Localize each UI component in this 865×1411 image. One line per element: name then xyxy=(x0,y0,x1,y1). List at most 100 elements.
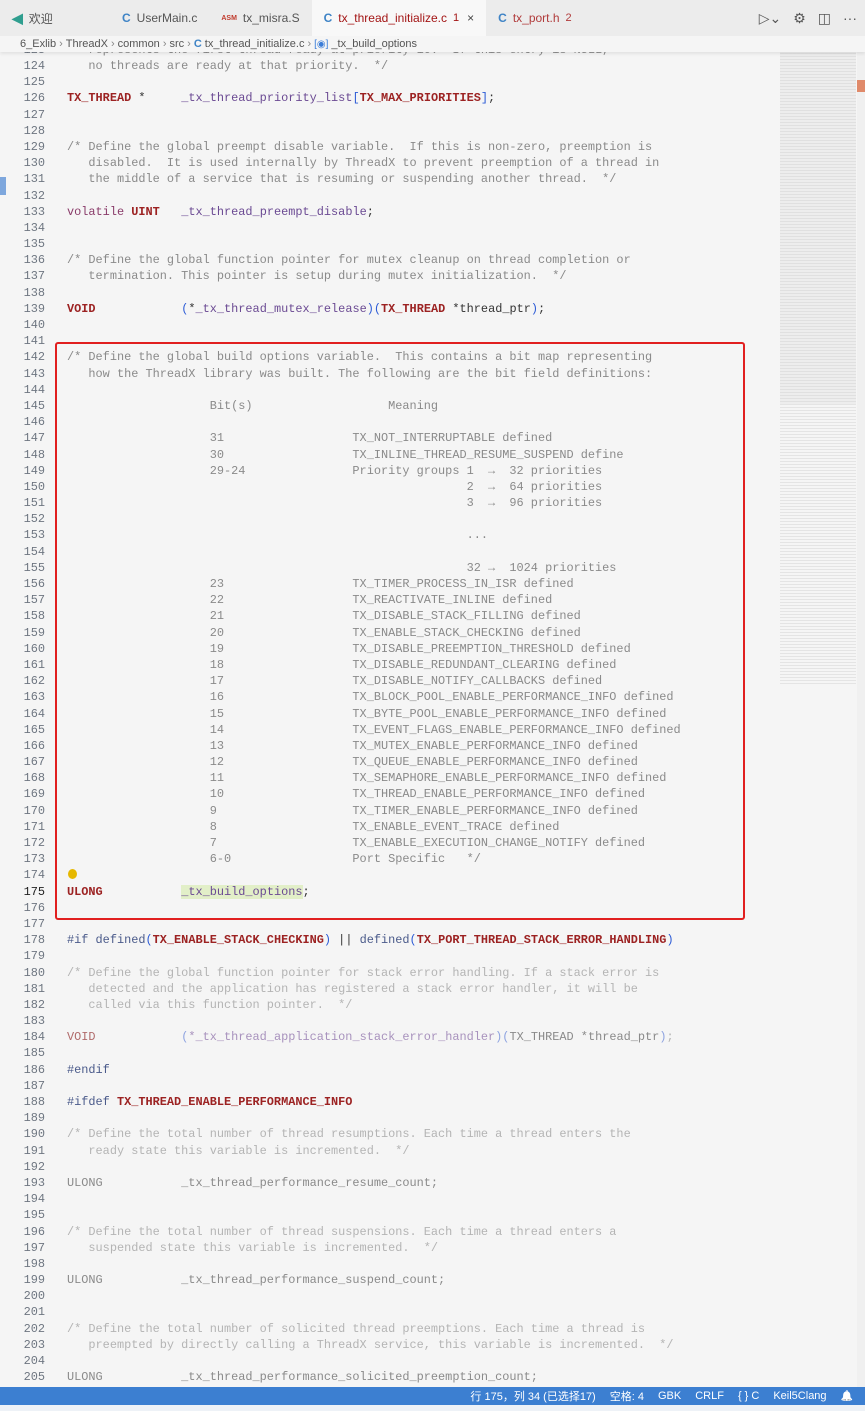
code-token: TX_MAX_PRIORITIES xyxy=(359,91,481,106)
lightbulb-icon[interactable] xyxy=(68,869,77,880)
line-number: 144 xyxy=(23,382,45,397)
line-number: 187 xyxy=(23,1078,45,1093)
code-token: volatile xyxy=(67,204,132,219)
code-line: 134 xyxy=(0,220,780,236)
run-debug-icon[interactable]: ▷⌄ xyxy=(759,10,782,27)
status-cursor-position[interactable]: 行 175，列 34 (已选择17) xyxy=(470,1388,595,1404)
code-text: 31 TX_NOT_INTERRUPTABLE defined xyxy=(67,430,553,446)
code-line: 184 VOID (*_tx_thread_application_stack_e… xyxy=(0,1029,780,1045)
close-icon[interactable]: × xyxy=(467,11,474,25)
code-token: VOID xyxy=(67,301,96,316)
window-bottom-edge xyxy=(0,1405,865,1411)
gear-icon[interactable]: ⚙ xyxy=(793,10,806,27)
code-token: || xyxy=(331,933,360,948)
breadcrumb-file[interactable]: tx_thread_initialize.c xyxy=(205,38,305,50)
code-token: 31 TX_NOT_INTERRUPTABLE defined xyxy=(67,431,553,446)
code-line: 125 xyxy=(0,74,780,90)
code-token: 3 → 96 priorities xyxy=(67,496,603,511)
code-token: 16 TX_BLOCK_POOL_ENABLE_PERFORMANCE_INFO… xyxy=(67,690,674,705)
line-number: 171 xyxy=(23,819,45,834)
code-line: 167 12 TX_QUEUE_ENABLE_PERFORMANCE_INFO … xyxy=(0,754,780,770)
split-editor-icon[interactable]: ◫ xyxy=(818,10,831,27)
tab-label: tx_misra.S xyxy=(242,11,300,25)
code-line: 185 xyxy=(0,1045,780,1061)
line-number: 132 xyxy=(23,188,45,203)
code-line: 178 #if defined(TX_ENABLE_STACK_CHECKING)… xyxy=(0,932,780,948)
code-text: ULONG _tx_build_options; xyxy=(67,884,310,900)
code-line: 175 ULONG _tx_build_options; xyxy=(0,884,780,900)
code-token: 11 TX_SEMAPHORE_ENABLE_PERFORMANCE_INFO … xyxy=(67,771,667,786)
code-text: 14 TX_EVENT_FLAGS_ENABLE_PERFORMANCE_INF… xyxy=(67,722,681,738)
code-text: no threads are ready at that priority. *… xyxy=(67,58,388,74)
tab-welcome[interactable]: ◀ 欢迎 xyxy=(0,0,110,36)
code-line: 176 xyxy=(0,900,780,916)
code-line: 188 #ifdef TX_THREAD_ENABLE_PERFORMANCE_I… xyxy=(0,1094,780,1110)
tab-label: tx_port.h xyxy=(512,11,560,25)
status-encoding[interactable]: GBK xyxy=(658,1390,681,1402)
code-text: 2 → 64 priorities xyxy=(67,479,603,495)
line-number: 168 xyxy=(23,771,45,786)
editor-actions: ▷⌄ ⚙ ◫ ··· xyxy=(759,0,857,36)
code-line: 204 xyxy=(0,1353,780,1369)
code-token: *thread_ptr xyxy=(445,301,531,316)
status-eol[interactable]: CRLF xyxy=(695,1390,724,1402)
breadcrumb-item[interactable]: 6_Exlib xyxy=(20,38,56,50)
bell-icon[interactable]: 🔔 xyxy=(841,1391,853,1402)
code-token: TX_THREAD_ENABLE_PERFORMANCE_INFO xyxy=(116,1095,353,1109)
asm-file-icon: ASM xyxy=(221,14,237,22)
code-token: ( xyxy=(409,933,417,948)
code-token: 14 TX_EVENT_FLAGS_ENABLE_PERFORMANCE_INF… xyxy=(67,722,681,737)
code-editor[interactable]: 123 represents the first thread ready at… xyxy=(0,44,780,1387)
more-actions-icon[interactable]: ··· xyxy=(843,10,857,26)
code-token: ; xyxy=(488,91,496,106)
tab-tx-misra-s[interactable]: ASM tx_misra.S xyxy=(209,0,311,36)
c-file-icon: C xyxy=(122,11,131,25)
line-number: 189 xyxy=(23,1111,45,1126)
code-token: 23 TX_TIMER_PROCESS_IN_ISR defined xyxy=(67,577,574,591)
code-text: #endif xyxy=(67,1062,110,1078)
line-number: 167 xyxy=(23,755,45,770)
code-line: 147 31 TX_NOT_INTERRUPTABLE defined xyxy=(0,430,780,446)
minimap[interactable] xyxy=(780,44,856,684)
vertical-scrollbar[interactable] xyxy=(857,44,865,1387)
code-token: /* Define the global function pointer fo… xyxy=(67,965,660,980)
code-line: 205 ULONG _tx_thread_performance_solicite… xyxy=(0,1369,780,1385)
code-token: ULONG xyxy=(67,884,103,899)
code-line: 126 TX_THREAD * _tx_thread_priority_list[… xyxy=(0,90,780,106)
breadcrumb-symbol[interactable]: _tx_build_options xyxy=(331,38,417,50)
code-token: 15 TX_BYTE_POOL_ENABLE_PERFORMANCE_INFO … xyxy=(67,706,667,721)
chevron-right-icon: › xyxy=(59,38,63,50)
breadcrumb-item[interactable]: src xyxy=(169,38,184,50)
code-line: 203 preempted by directly calling a Thre… xyxy=(0,1337,780,1353)
code-text: preempted by directly calling a ThreadX … xyxy=(67,1337,673,1353)
code-line: 142 /* Define the global build options va… xyxy=(0,349,780,365)
code-line: 186 #endif xyxy=(0,1062,780,1078)
tab-tx-thread-initialize-c[interactable]: Ctx_thread_initialize.c 1 × xyxy=(311,0,487,36)
line-number: 137 xyxy=(23,269,45,284)
code-token: ) xyxy=(666,933,674,948)
code-text: /* Define the total number of solicited … xyxy=(67,1321,645,1337)
code-text: how the ThreadX library was built. The f… xyxy=(67,366,652,382)
code-line: 180 /* Define the global function pointer… xyxy=(0,965,780,981)
code-line: 133 volatile UINT _tx_thread_preempt_disa… xyxy=(0,204,780,220)
line-number: 203 xyxy=(23,1337,45,1352)
line-number: 126 xyxy=(23,91,45,106)
line-number: 192 xyxy=(23,1159,45,1174)
code-line: 124 no threads are ready at that priorit… xyxy=(0,58,780,74)
code-line: 193 ULONG _tx_thread_performance_resume_c… xyxy=(0,1175,780,1191)
tab-tx-port-h[interactable]: Ctx_port.h 2 xyxy=(486,0,584,36)
status-compiler[interactable]: Keil5Clang xyxy=(773,1390,826,1402)
code-line: 169 10 TX_THREAD_ENABLE_PERFORMANCE_INFO… xyxy=(0,786,780,802)
status-indentation[interactable]: 空格: 4 xyxy=(610,1388,644,1404)
code-token: 18 TX_DISABLE_REDUNDANT_CLEARING defined xyxy=(67,657,617,672)
line-number: 183 xyxy=(23,1014,45,1029)
breadcrumb-item[interactable]: ThreadX xyxy=(66,38,108,50)
breadcrumb-item[interactable]: common xyxy=(118,38,160,50)
code-text: /* Define the global build options varia… xyxy=(67,349,652,365)
code-token: 12 TX_QUEUE_ENABLE_PERFORMANCE_INFO defi… xyxy=(67,755,638,770)
tab-usermain-c[interactable]: C UserMain.c xyxy=(110,0,209,36)
code-text: 3 → 96 priorities xyxy=(67,495,603,511)
code-token: )( xyxy=(495,1030,510,1045)
problem-count-badge: 2 xyxy=(565,12,572,24)
status-language[interactable]: { } C xyxy=(738,1390,759,1402)
